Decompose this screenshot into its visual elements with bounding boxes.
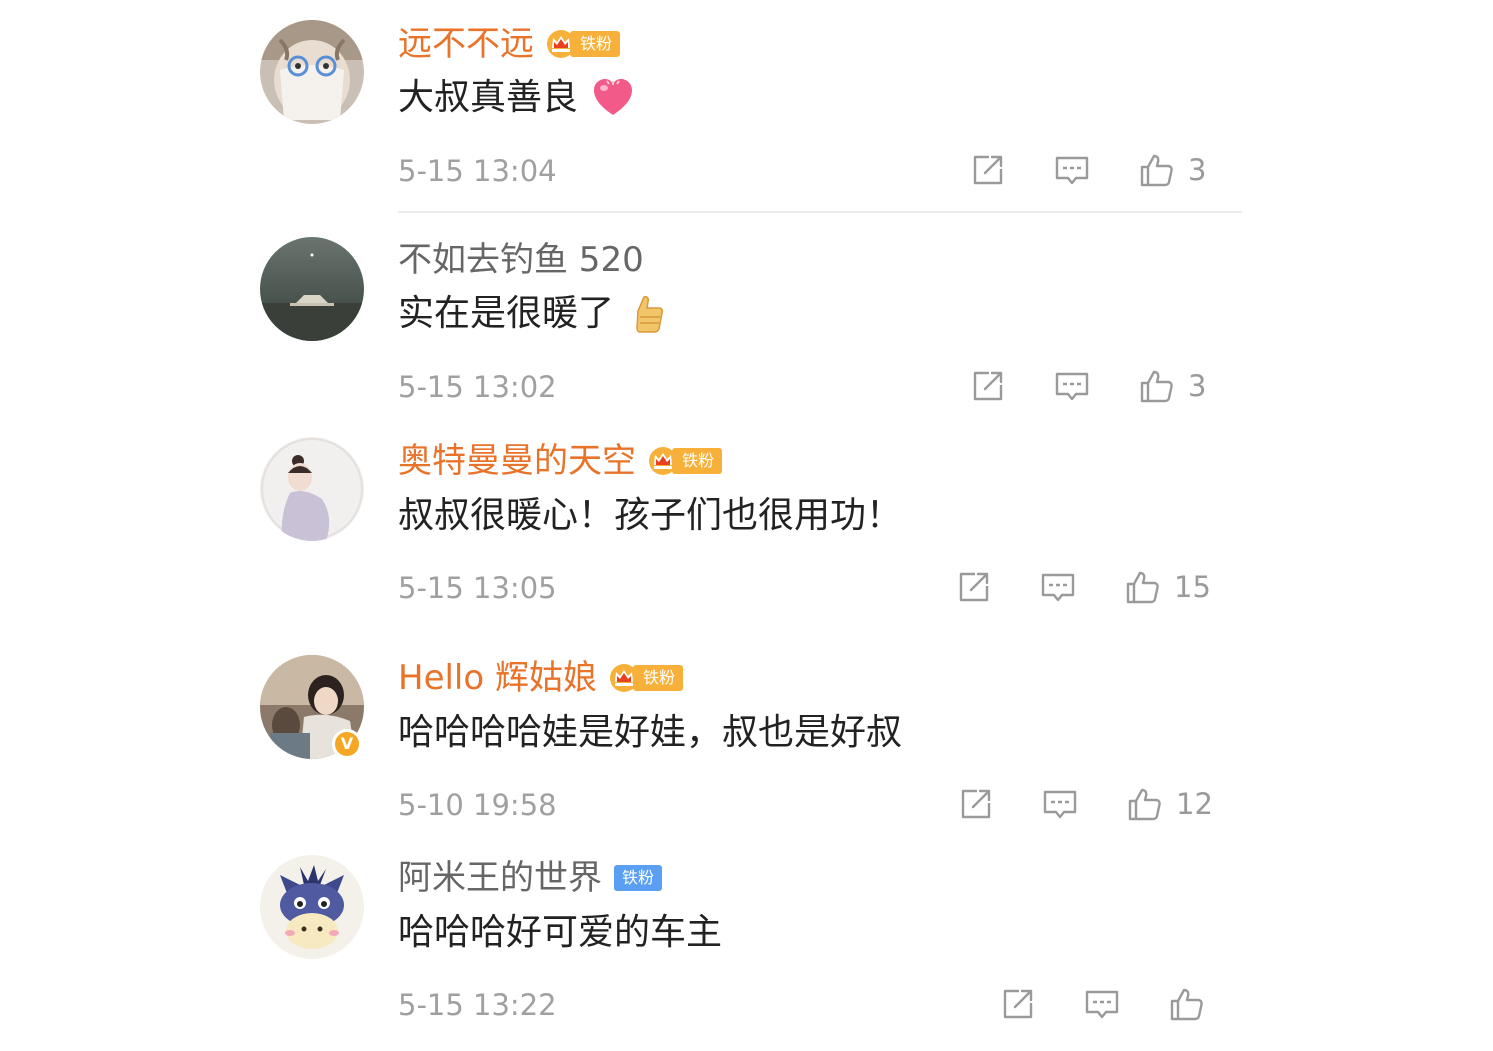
timestamp: 5-15 13:05 bbox=[398, 571, 557, 605]
timestamp: 5-15 13:22 bbox=[398, 988, 557, 1022]
name-row: Hello 辉姑娘 铁粉 bbox=[398, 658, 684, 698]
crown-icon bbox=[546, 29, 576, 59]
username[interactable]: 奥特曼曼的天空 bbox=[398, 441, 636, 481]
fan-badge[interactable]: 铁粉 bbox=[609, 663, 684, 693]
like-button[interactable]: 15 bbox=[1124, 569, 1211, 605]
comment-list: 远不不远 铁粉 大叔真善良 5-15 13:04 3 不如去钓鱼 520 实在是… bbox=[0, 0, 1493, 1051]
fan-badge-label: 铁粉 bbox=[633, 665, 684, 691]
crown-icon bbox=[648, 446, 678, 476]
fan-badge[interactable]: 铁粉 bbox=[546, 29, 621, 59]
username[interactable]: 不如去钓鱼 520 bbox=[398, 240, 644, 280]
name-row: 阿米王的世界 铁粉 bbox=[398, 858, 663, 898]
thumbs-up-icon[interactable] bbox=[1168, 986, 1204, 1022]
action-bar: 3 bbox=[970, 150, 1206, 190]
share-icon[interactable] bbox=[970, 368, 1006, 404]
action-bar: 15 bbox=[956, 567, 1211, 607]
comment-text: 哈哈哈哈娃是好娃，叔也是好叔 bbox=[398, 711, 902, 755]
thumbs-up-icon[interactable] bbox=[1126, 786, 1162, 822]
thumbs-up-icon[interactable] bbox=[1138, 368, 1174, 404]
fan-badge[interactable]: 铁粉 bbox=[648, 446, 723, 476]
comment-text: 叔叔很暖心！孩子们也很用功！ bbox=[398, 494, 902, 538]
avatar[interactable] bbox=[260, 20, 364, 124]
timestamp: 5-15 13:04 bbox=[398, 154, 557, 188]
fan-badge-label: 铁粉 bbox=[570, 31, 621, 57]
comment-content: 哈哈哈好可爱的车主 bbox=[398, 912, 723, 953]
name-row: 奥特曼曼的天空 铁粉 bbox=[398, 441, 723, 481]
username[interactable]: 远不不远 bbox=[398, 24, 534, 64]
avatar[interactable] bbox=[260, 437, 364, 541]
comment-content: 叔叔很暖心！孩子们也很用功！ bbox=[398, 495, 903, 536]
fan-badge[interactable]: 铁粉 bbox=[614, 863, 663, 893]
name-row: 不如去钓鱼 520 bbox=[398, 240, 644, 280]
like-count: 3 bbox=[1188, 369, 1207, 403]
reply-icon[interactable] bbox=[1040, 569, 1076, 605]
reply-icon[interactable] bbox=[1084, 986, 1120, 1022]
thumbs-up-icon[interactable] bbox=[1124, 569, 1160, 605]
comment-content: 大叔真善良 bbox=[398, 77, 579, 118]
thumbs-up-emoji-icon bbox=[636, 296, 664, 333]
thumbs-up-icon[interactable] bbox=[1138, 152, 1174, 188]
like-count: 15 bbox=[1174, 570, 1211, 604]
like-button[interactable]: 3 bbox=[1138, 152, 1206, 188]
like-button[interactable] bbox=[1168, 986, 1218, 1022]
like-button[interactable]: 12 bbox=[1126, 786, 1213, 822]
comment-text: 大叔真善良 bbox=[398, 76, 634, 120]
username[interactable]: 阿米王的世界 bbox=[398, 858, 602, 898]
comment-text: 实在是很暖了 bbox=[398, 292, 670, 336]
action-bar bbox=[1000, 984, 1218, 1024]
comment-content: 实在是很暖了 bbox=[398, 293, 615, 334]
reply-icon[interactable] bbox=[1042, 786, 1078, 822]
divider bbox=[398, 211, 1242, 213]
crown-icon bbox=[609, 663, 639, 693]
action-bar: 12 bbox=[958, 784, 1213, 824]
share-icon[interactable] bbox=[958, 786, 994, 822]
comment-content: 哈哈哈哈娃是好娃，叔也是好叔 bbox=[398, 712, 903, 753]
action-bar: 3 bbox=[970, 366, 1206, 406]
username[interactable]: Hello 辉姑娘 bbox=[398, 658, 597, 698]
timestamp: 5-15 13:02 bbox=[398, 370, 557, 404]
heart-emoji-icon bbox=[594, 79, 633, 115]
share-icon[interactable] bbox=[956, 569, 992, 605]
like-count: 3 bbox=[1188, 153, 1207, 187]
timestamp: 5-10 19:58 bbox=[398, 788, 557, 822]
avatar[interactable] bbox=[260, 237, 364, 341]
fan-badge-label: 铁粉 bbox=[672, 448, 723, 474]
verified-badge: V bbox=[332, 729, 362, 759]
reply-icon[interactable] bbox=[1054, 152, 1090, 188]
comment-text: 哈哈哈好可爱的车主 bbox=[398, 911, 722, 955]
like-button[interactable]: 3 bbox=[1138, 368, 1206, 404]
avatar[interactable] bbox=[260, 855, 364, 959]
share-icon[interactable] bbox=[970, 152, 1006, 188]
reply-icon[interactable] bbox=[1054, 368, 1090, 404]
name-row: 远不不远 铁粉 bbox=[398, 24, 621, 64]
share-icon[interactable] bbox=[1000, 986, 1036, 1022]
like-count: 12 bbox=[1176, 787, 1213, 821]
fan-badge-label: 铁粉 bbox=[614, 865, 663, 891]
